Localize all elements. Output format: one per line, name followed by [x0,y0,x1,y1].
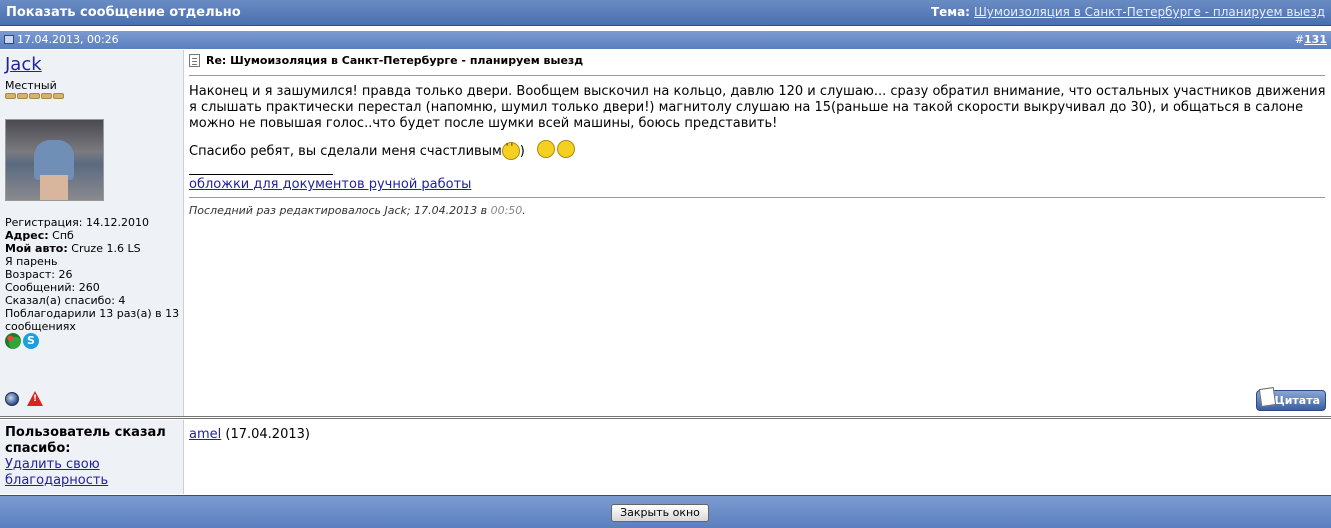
avatar-figure [34,140,74,180]
signature-link[interactable]: обложки для документов ручной работы [189,177,471,192]
cheers-icon [536,140,577,162]
thanks-users-panel: amel (17.04.2013) [185,420,1331,494]
post-number-link[interactable]: 131 [1304,33,1327,46]
clover-icon[interactable] [5,333,21,349]
post-date: 17.04.2013, 00:26 [4,33,119,46]
thanks-user-link[interactable]: amel [189,427,221,442]
thanks-label-panel: Пользователь сказал спасибо: Удалить сво… [0,420,184,494]
thanks-date: (17.04.2013) [221,427,310,442]
document-icon [189,54,200,67]
post-thanks-text: Спасибо ребят, вы сделали меня счастливы… [189,143,502,159]
user-said-thanks: Сказал(а) спасибо: 4 [5,294,126,307]
remove-thanks-link[interactable]: Удалить свою благодарность [5,457,108,488]
edited-note: Последний раз редактировалось Jack; 17.0… [189,204,526,217]
username-link[interactable]: Jack [5,54,42,75]
edited-suffix: . [522,204,526,217]
avatar-detail [40,175,68,200]
user-gender: Я парень [5,255,58,268]
user-car-label: Мой авто: [5,242,68,255]
page-title: Показать сообщение отдельно [6,5,241,20]
user-address: Адрес: Спб [5,229,181,242]
quote-icon [1258,387,1277,407]
post-header: 17.04.2013, 00:26 #131 [0,31,1331,49]
im-icons: S [5,333,39,349]
reputation-star-icon [41,93,52,99]
smile-icon [501,142,520,160]
edited-prefix: Последний раз редактировалось Jack; 17.0… [189,204,491,217]
quote-button[interactable]: Цитата [1256,387,1326,411]
reputation-star-icon [17,93,28,99]
post-title: Re: Шумоизоляция в Санкт-Петербурге - пл… [206,54,584,67]
user-age: Возраст: 26 [5,268,73,281]
user-info-panel: Jack Местный Регистрация: 14.12.2010 Адр… [0,50,184,416]
user-registration: Регистрация: 14.12.2010 [5,216,149,229]
post-message: Наконец и я зашумился! правда только две… [189,84,1326,131]
reputation-star-icon [5,93,16,99]
reputation-star-icon [53,93,64,99]
post-title-row: Re: Шумоизоляция в Санкт-Петербурге - пл… [189,54,583,67]
user-details: Регистрация: 14.12.2010 Адрес: Спб Мой а… [5,216,181,333]
title-bar: Показать сообщение отдельно Тема: Шумоизо… [0,0,1331,26]
post-title-divider [189,75,1325,76]
footer-bar: Закрыть окно [0,495,1331,528]
skype-icon[interactable]: S [23,333,39,349]
user-car: Мой авто: Cruze 1.6 LS [5,242,181,255]
post-thanks-line: Спасибо ребят, вы сделали меня счастливы… [189,140,577,162]
report-icon[interactable] [27,391,43,406]
topic-link[interactable]: Шумоизоляция в Санкт-Петербурге - планир… [974,5,1325,19]
post-edit-divider [189,197,1325,198]
post-body: Re: Шумоизоляция в Санкт-Петербурге - пл… [185,50,1331,416]
signature-divider [189,174,333,175]
user-thanked: Поблагодарили 13 раз(а) в 13 сообщениях [5,307,180,333]
user-car-value: Cruze 1.6 LS [67,242,141,255]
reputation-stars [5,93,64,99]
edited-time: 00:50 [490,204,523,217]
avatar[interactable] [5,119,104,201]
post-date-text: 17.04.2013, 00:26 [17,33,119,46]
user-posts: Сообщений: 260 [5,281,100,294]
reputation-star-icon [29,93,40,99]
offline-status-icon [5,391,19,406]
post-number-hash: # [1294,33,1305,46]
quote-button-label: Цитата [1274,394,1320,407]
user-title: Местный [5,79,57,92]
user-address-value: Спб [48,229,74,242]
section-divider [0,416,1331,419]
user-status-icons [5,391,43,406]
topic-label: Тема: [930,5,970,19]
close-window-button[interactable]: Закрыть окно [611,504,709,522]
user-address-label: Адрес: [5,229,49,242]
post-status-icon [4,35,14,44]
post-number: #131 [1295,33,1327,46]
topic-info: Тема: Шумоизоляция в Санкт-Петербурге - п… [931,5,1325,19]
thanks-label: Пользователь сказал спасибо: [5,425,166,456]
post-thanks-paren: ) [519,143,525,159]
